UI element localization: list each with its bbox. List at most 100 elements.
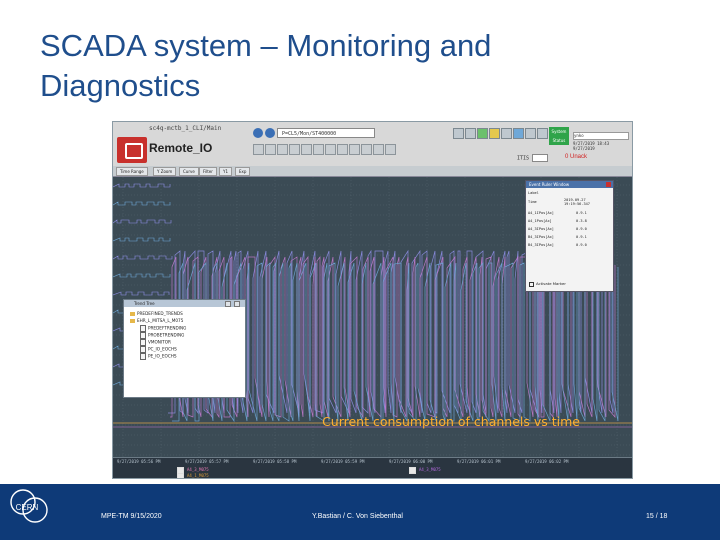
slide-footer: CERN MPE-TM 9/15/2020 Y.Bastian / C. Von…: [0, 484, 720, 540]
close-icon[interactable]: [606, 182, 611, 187]
slide-title: SCADA system – Monitoring and Diagnostic…: [40, 26, 640, 106]
ruler-row-value: 0.9.0: [576, 227, 587, 231]
ruler-row-value: 2019.09.27 19:19:56.347: [564, 198, 590, 206]
toolbar-refresh-icon[interactable]: [349, 144, 360, 155]
forward-nav-icon[interactable]: [265, 128, 275, 138]
ruler-row-label: B4_3IPos[Ax]: [528, 243, 554, 247]
toolbar-legend-icon[interactable]: [361, 144, 372, 155]
ruler-row-label: Time: [528, 200, 537, 204]
x-tick-label: 9/27/2019 06:01 PM: [457, 459, 501, 464]
tree-item[interactable]: VMONITOR: [140, 339, 171, 346]
time-range-button[interactable]: Time Range: [116, 167, 148, 176]
toolbar-zoom-out-icon[interactable]: [265, 144, 276, 155]
y-zoom-button[interactable]: Y Zoom: [153, 167, 177, 176]
ruler-row-value: 0.9.1: [576, 235, 587, 239]
x-tick-label: 9/27/2019 05:56 PM: [117, 459, 161, 464]
document-icon: [140, 325, 146, 332]
exp-button[interactable]: Exp: [235, 167, 251, 176]
toolbar-print-icon[interactable]: [453, 128, 464, 139]
trend-tree-window[interactable]: Trend Tree PREDEFINED_TRENDS EHR_L_MITSA…: [123, 299, 246, 398]
system-status-badge[interactable]: System Status: [549, 127, 569, 145]
folder-icon: [130, 319, 135, 323]
document-icon: [140, 346, 146, 353]
toolbar-clock-icon[interactable]: [373, 144, 384, 155]
tree-close-icon[interactable]: [234, 301, 240, 307]
toolbar-grid-icon[interactable]: [301, 144, 312, 155]
tree-minimize-icon[interactable]: [225, 301, 231, 307]
toolbar-stop-icon[interactable]: [385, 144, 396, 155]
y1-button[interactable]: Y1: [219, 167, 232, 176]
unack-alarms-link[interactable]: 0 Unack: [565, 154, 587, 160]
legend-label: A4_1_M075: [187, 473, 209, 478]
x-tick-label: 9/27/2019 06:00 PM: [389, 459, 433, 464]
toolbar-ruler-icon[interactable]: [501, 128, 512, 139]
toolbar-filter-icon[interactable]: [337, 144, 348, 155]
tree-item[interactable]: PROBETRENDING: [140, 332, 184, 339]
toolbar-save-icon[interactable]: [465, 128, 476, 139]
x-tick-label: 9/27/2019 06:02 PM: [525, 459, 569, 464]
tree-item[interactable]: PE_IO_EOCHS: [140, 353, 177, 360]
activate-marker-checkbox[interactable]: Activate Marker: [529, 281, 566, 287]
ruler-row-label: A4_1Pos[Ax]: [528, 219, 552, 223]
address-field[interactable]: P=CL5/Mon/ST400000: [277, 128, 375, 138]
legend-checkbox[interactable]: [177, 473, 184, 478]
plot-caption: Current consumption of channels vs time: [113, 414, 632, 429]
filter-button[interactable]: Filter: [199, 167, 217, 176]
toolbar-help-icon[interactable]: [537, 128, 548, 139]
tree-item[interactable]: EHR_L_MITSA_L_M075: [130, 318, 183, 323]
tree-item[interactable]: PC_IO_EOCHS: [140, 346, 177, 353]
curve-button[interactable]: Curve: [179, 167, 199, 176]
plot-status-bar: 9/27/2019 05:56 PM 9/27/2019 05:57 PM 9/…: [113, 457, 632, 478]
folder-icon: [130, 312, 135, 316]
ruler-row-value: 0.9.1: [576, 211, 587, 215]
toolbar-alarm-icon[interactable]: [489, 128, 500, 139]
tree-item-label: EHR_L_MITSA_L_M075: [137, 318, 184, 323]
toolbar-trend-icon[interactable]: [477, 128, 488, 139]
legend-label: A4_3_M075: [187, 467, 209, 472]
ruler-row-value: 0.3.8: [576, 219, 587, 223]
event-ruler-title: Event Ruler Window: [526, 181, 613, 188]
scada-screenshot: sc4q-mctb_1_CLI/Main Remote_IO P=CL5/Mon…: [112, 121, 633, 479]
toolbar-pan-icon[interactable]: [277, 144, 288, 155]
plot-caption-text: Current consumption of channels vs time: [322, 414, 580, 429]
user-field[interactable]: ynko: [573, 132, 629, 140]
toolbar-fit-icon[interactable]: [289, 144, 300, 155]
x-tick-label: 9/27/2019 05:58 PM: [253, 459, 297, 464]
toolbar-zoom-in-icon[interactable]: [253, 144, 264, 155]
ruler-row-label: A4_1IPos[Ax]: [528, 211, 554, 215]
document-icon: [140, 353, 146, 360]
channel-trace: [113, 237, 171, 242]
channel-trace: [113, 201, 171, 206]
toolbar-settings-icon[interactable]: [525, 128, 536, 139]
toolbar-cursor-icon[interactable]: [313, 144, 324, 155]
document-icon: [140, 332, 146, 339]
page-number: 15 / 18: [646, 513, 668, 520]
event-ruler-window[interactable]: Event Ruler Window Label Time 2019.09.27…: [525, 180, 614, 292]
back-nav-icon[interactable]: [253, 128, 263, 138]
channel-trace: [113, 183, 171, 188]
tree-item-label: PE_IO_EOCHS: [148, 353, 177, 359]
app-name: Remote_IO: [149, 141, 213, 155]
filter-selector[interactable]: ITIS: [517, 154, 548, 162]
tree-item[interactable]: PREDEFINED_TRENDS: [130, 311, 183, 316]
toolbar-export-icon[interactable]: [325, 144, 336, 155]
footer-left: MPE-TM 9/15/2020: [101, 513, 162, 520]
slide-title-line-1: SCADA system – Monitoring and: [40, 28, 492, 63]
ruler-row-value: 0.9.0: [576, 243, 587, 247]
ruler-row-label: A4_3IPos[Ax]: [528, 227, 554, 231]
trend-toolbar: Time Range Y Zoom Curve Filter Y1 Exp: [113, 166, 632, 177]
channel-trace: [113, 255, 173, 260]
tree-item-label: PC_IO_EOCHS: [148, 346, 177, 352]
x-tick-label: 9/27/2019 05:59 PM: [321, 459, 365, 464]
remote-io-icon: [117, 137, 147, 163]
toolbar-info-icon[interactable]: [513, 128, 524, 139]
ruler-row-label: Label: [528, 191, 539, 195]
channel-trace: [113, 273, 171, 278]
legend-checkbox[interactable]: [409, 467, 416, 474]
tree-item-label: VMONITOR: [148, 339, 171, 345]
channel-trace: [113, 291, 170, 296]
tree-item[interactable]: PREDEFTRENDING: [140, 325, 186, 332]
footer-center: Y.Bastian / C. Von Siebenthal: [312, 513, 403, 520]
tree-item-label: PREDEFINED_TRENDS: [137, 311, 183, 316]
app-header: sc4q-mctb_1_CLI/Main Remote_IO P=CL5/Mon…: [113, 122, 632, 167]
